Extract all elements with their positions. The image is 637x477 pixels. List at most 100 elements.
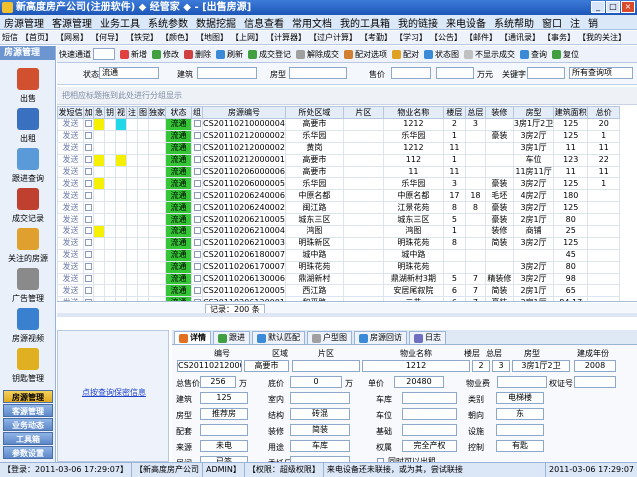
toolbar-item-4[interactable]: 刷新 [216, 49, 243, 60]
table-row[interactable]: 发送 流通 CS20110212000002 乐华园 乐华园 1 豪装 3房2厅 125 1 [57, 129, 621, 143]
grid-header-13[interactable]: 物业名称 [382, 106, 444, 119]
table-row[interactable]: 发送 流通 CS20110206000005 乐华园 乐华园 3 豪装 3房2厅 125 1 [57, 177, 621, 191]
group-checkbox[interactable] [193, 191, 201, 199]
row-checkbox[interactable] [85, 168, 92, 175]
field-type[interactable]: 3房1厅2卫 [512, 360, 570, 372]
menu-item-7[interactable]: 我的工具箱 [340, 15, 390, 30]
grid-header-5[interactable]: 注 [126, 106, 138, 119]
field-equip[interactable] [496, 424, 544, 436]
table-row[interactable]: 发送 流通 CS20110210000004 高要市 1212 2 3 3房1厅2卫 125 20 [57, 118, 621, 131]
group-checkbox[interactable] [193, 263, 201, 271]
select-cell[interactable] [83, 225, 94, 238]
tab-4[interactable]: 房源回访 [354, 331, 407, 344]
grid-header-12[interactable]: 片区 [342, 106, 384, 119]
row-checkbox[interactable] [85, 144, 92, 152]
field-base[interactable] [402, 424, 457, 436]
select-cell[interactable] [83, 165, 94, 179]
sidebar-item-2[interactable]: 跟进查询 [0, 148, 56, 184]
shortcut-item-1[interactable]: 【网易】 [56, 32, 88, 43]
menu-item-12[interactable]: 注 [570, 15, 580, 30]
send-sms-cell[interactable]: 发送 [57, 129, 84, 143]
row-checkbox[interactable] [85, 203, 92, 211]
minimize-button[interactable]: _ [591, 1, 605, 13]
shortcut-item-3[interactable]: 【铁党】 [126, 32, 158, 43]
toolbar-item-11[interactable]: 查询 [520, 49, 547, 60]
table-row[interactable]: 发送 流通 CS20110206000006 高要市 11 11 11房11厅 11 11 [57, 165, 621, 179]
shortcut-item-4[interactable]: 【颜色】 [161, 32, 193, 43]
send-sms-cell[interactable]: 发送 [57, 260, 84, 274]
table-row[interactable]: 发送 流通 CS20110206210004 鸿图 鸿图 1 装修 商铺 25 [57, 225, 621, 238]
status-filter-select[interactable]: 流通 [99, 67, 159, 79]
send-sms-cell[interactable]: 发送 [57, 225, 84, 238]
send-sms-cell[interactable]: 发送 [57, 213, 84, 227]
shortcut-item-8[interactable]: 【过户计算】 [309, 32, 357, 43]
row-checkbox[interactable] [85, 215, 92, 223]
group-checkbox[interactable] [193, 156, 201, 164]
sidebar-section-0[interactable]: 房源管理 [3, 390, 53, 403]
grid-header-6[interactable]: 图 [137, 106, 149, 119]
table-row[interactable]: 发送 流通 CS20110212000001 高要市 112 1 车位 123 22 [57, 153, 621, 167]
group-checkbox[interactable] [193, 132, 201, 140]
send-sms-cell[interactable]: 发送 [57, 296, 84, 301]
close-button[interactable]: × [621, 1, 635, 13]
grid-header-0[interactable]: 发短信 [57, 106, 84, 119]
toolbar-item-5[interactable]: 成交登记 [248, 49, 291, 60]
grid-header-4[interactable]: 视 [115, 106, 127, 119]
shortcut-item-7[interactable]: 【计算器】 [266, 32, 306, 43]
row-checkbox[interactable] [85, 275, 92, 283]
shortcut-item-15[interactable]: 【我的关注】 [578, 32, 626, 43]
table-row[interactable]: 发送 流通 CS20110206120001和平路 二巷67豪装3房1厅84.17 [57, 296, 621, 301]
field-cert[interactable] [574, 376, 616, 388]
field-src[interactable]: 未电 [200, 440, 248, 452]
shortcut-item-9[interactable]: 【考勤】 [360, 32, 392, 43]
select-cell[interactable] [83, 260, 94, 274]
table-row[interactable]: 发送 流通 CS20110206170007 明珠花苑 明珠花苑 3房2厅 80 [57, 260, 621, 274]
send-sms-cell[interactable]: 发送 [57, 248, 84, 262]
sidebar-item-3[interactable]: 成交记录 [0, 188, 56, 224]
field-fee[interactable] [497, 376, 547, 388]
field-use[interactable]: 车库 [290, 440, 350, 452]
keyword-input[interactable] [527, 67, 565, 79]
send-sms-cell[interactable]: 发送 [57, 165, 84, 179]
group-checkbox[interactable] [193, 275, 201, 283]
grid-header-9[interactable]: 组 [191, 106, 203, 119]
select-cell[interactable] [83, 213, 94, 227]
field-area[interactable] [292, 360, 360, 372]
field-garage[interactable] [402, 392, 457, 404]
send-sms-cell[interactable]: 发送 [57, 284, 84, 298]
menu-item-13[interactable]: 销 [588, 15, 598, 30]
menu-item-3[interactable]: 系统参数 [148, 15, 188, 30]
shortcut-item-13[interactable]: 【通讯录】 [500, 32, 540, 43]
field-code[interactable]: CS2011021200004 [177, 360, 242, 372]
tab-3[interactable]: 户型图 [307, 331, 352, 344]
group-checkbox[interactable] [193, 298, 201, 301]
field-struct[interactable]: 砖混 [290, 408, 350, 420]
group-checkbox[interactable] [193, 251, 201, 259]
price-max-input[interactable] [436, 67, 474, 79]
select-cell[interactable] [83, 189, 94, 203]
toolbar-item-8[interactable]: 配对 [392, 49, 419, 60]
menu-item-4[interactable]: 数据挖掘 [196, 15, 236, 30]
field-ctrl[interactable]: 有匙 [496, 440, 544, 452]
select-cell[interactable] [83, 129, 94, 143]
grid-header-14[interactable]: 楼层 [442, 106, 466, 119]
select-cell[interactable] [83, 272, 94, 286]
table-row[interactable]: 发送 流通 CS20110206240006 中原名都 中原名都 17 18 毛坯 4房2厅 18… [57, 189, 621, 203]
send-sms-cell[interactable]: 发送 [57, 272, 84, 286]
field-cat[interactable]: 电梯楼 [496, 392, 544, 404]
shortcut-item-0[interactable]: 【首页】 [21, 32, 53, 43]
field-price[interactable]: 256 [200, 376, 236, 388]
shortcut-item-14[interactable]: 【事务】 [543, 32, 575, 43]
menu-item-11[interactable]: 窗口 [542, 15, 562, 30]
sidebar-section-4[interactable]: 参数设置 [3, 446, 53, 459]
row-checkbox[interactable] [85, 132, 92, 140]
menu-item-5[interactable]: 信息查看 [244, 15, 284, 30]
row-checkbox[interactable] [85, 179, 92, 187]
shortcut-item-10[interactable]: 【学习】 [395, 32, 427, 43]
sidebar-item-4[interactable]: 关注的房源 [0, 228, 56, 264]
row-checkbox[interactable] [85, 120, 92, 128]
sidebar-section-3[interactable]: 工具箱 [3, 432, 53, 445]
toolbar-item-9[interactable]: 状态图 [424, 49, 459, 60]
field-park[interactable] [402, 408, 457, 420]
price-min-input[interactable] [391, 67, 431, 79]
